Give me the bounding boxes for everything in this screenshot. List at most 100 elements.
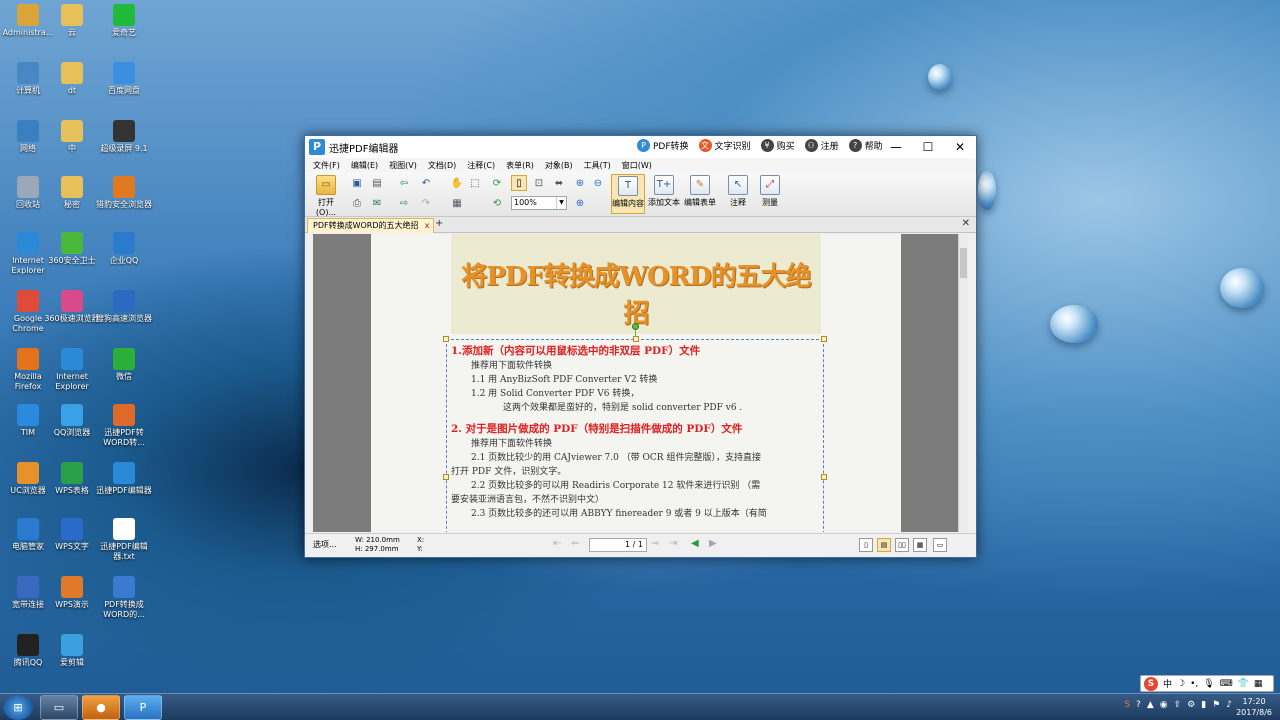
desktop-icon[interactable]: 百度网盘: [96, 62, 152, 96]
title-action-1[interactable]: 文文字识别: [698, 139, 751, 152]
edit-content-button[interactable]: T 编辑内容: [611, 174, 645, 214]
desktop-icon[interactable]: 云: [44, 4, 100, 38]
menu-item[interactable]: 注释(C): [467, 160, 495, 171]
desktop-icon[interactable]: 爱奇艺: [96, 4, 152, 38]
continuous-view-icon[interactable]: ▤: [877, 538, 891, 552]
rotate-icon[interactable]: ⟳: [489, 175, 505, 191]
back-arrow-icon[interactable]: ⇦: [397, 175, 411, 191]
menu-item[interactable]: 视图(V): [389, 160, 417, 171]
title-action-2[interactable]: ¥ 购买: [760, 139, 795, 152]
title-action-3[interactable]: ⚇ 注册: [804, 139, 839, 152]
tab-document[interactable]: PDF转换成WORD的五大绝招 x: [307, 218, 434, 233]
email-icon[interactable]: ✉: [369, 195, 385, 211]
full-screen-icon[interactable]: ▭: [933, 538, 947, 552]
desktop-icon[interactable]: 超级录屏 9.1: [96, 120, 152, 154]
back-view-icon[interactable]: ◀: [691, 538, 699, 549]
volume-tray-icon[interactable]: ♪: [1226, 700, 1232, 710]
select-tool-icon[interactable]: ⬚: [467, 175, 483, 191]
facing-view-icon[interactable]: ▯▯: [895, 538, 909, 552]
punctuation-icon[interactable]: •,: [1190, 679, 1198, 689]
menu-item[interactable]: 窗口(W): [622, 160, 652, 171]
shield-tray-icon[interactable]: ▲: [1147, 700, 1154, 710]
grid-view-icon[interactable]: ▦: [913, 538, 927, 552]
zoom-out-icon[interactable]: ⊖: [591, 175, 605, 191]
start-button[interactable]: ⊞: [3, 695, 33, 720]
desktop-icon[interactable]: 搜狗高速浏览器: [96, 290, 152, 324]
first-page-icon[interactable]: ⇤: [553, 538, 561, 549]
snapshot-icon[interactable]: ▦: [449, 195, 465, 211]
edit-form-button[interactable]: ✎ 编辑表单: [683, 174, 717, 214]
menu-item[interactable]: 表单(R): [506, 160, 534, 171]
help-tray-icon[interactable]: ?: [1136, 700, 1141, 710]
desktop-icon[interactable]: 迅捷PDF编辑器: [96, 462, 152, 496]
ime-mode-label[interactable]: 中: [1163, 677, 1172, 690]
flag-tray-icon[interactable]: ⚑: [1212, 700, 1220, 710]
resize-handle[interactable]: [821, 336, 827, 342]
new-tab-button[interactable]: +: [435, 218, 443, 229]
desktop-icon[interactable]: 微信: [96, 348, 152, 382]
desktop-icon[interactable]: WPS文字: [44, 518, 100, 552]
desktop-icon[interactable]: 猎豹安全浏览器: [96, 176, 152, 210]
minimize-button[interactable]: —: [880, 136, 912, 158]
resize-handle[interactable]: [821, 474, 827, 480]
desktop-icon[interactable]: 360安全卫士: [44, 232, 100, 266]
desktop-icon[interactable]: 爱剪辑: [44, 634, 100, 668]
rotate-handle[interactable]: [632, 323, 639, 330]
options-dropdown[interactable]: 选项...: [313, 539, 337, 550]
zoom-select[interactable]: 100% ▼: [511, 196, 567, 210]
desktop-icon[interactable]: PDF转换成WORD的...: [96, 576, 152, 620]
firefox-task-icon[interactable]: ●: [82, 695, 120, 720]
desktop-icon[interactable]: 迅捷PDF编辑器.txt: [96, 518, 152, 562]
desktop-icon[interactable]: 迅捷PDF转WORD转...: [96, 404, 152, 448]
rotate-back-icon[interactable]: ⟲: [489, 195, 505, 211]
tab-close-icon[interactable]: x: [425, 219, 430, 232]
settings-tray-icon[interactable]: ⚙: [1187, 700, 1195, 710]
input-method-bar[interactable]: S 中 ☽ •, 🎙 ⌨ 👕 ▦: [1140, 675, 1274, 692]
close-all-tabs-button[interactable]: ✕: [962, 218, 970, 229]
print-icon[interactable]: ⎙: [349, 195, 365, 211]
desktop-icon[interactable]: 中: [44, 120, 100, 154]
menu-item[interactable]: 文档(D): [428, 160, 456, 171]
measure-button[interactable]: ⤢ 测量: [753, 174, 787, 214]
text-edit-box[interactable]: 1.添加新（内容可以用鼠标选中的非双层 PDF）文件 推荐用下面软件转换 1.1 用…: [443, 323, 827, 532]
menu-item[interactable]: 工具(T): [584, 160, 611, 171]
last-page-icon[interactable]: ⇥: [669, 538, 677, 549]
qq-tray-icon[interactable]: ◉: [1160, 700, 1168, 710]
forward-arrow-icon[interactable]: ⇨: [397, 195, 411, 211]
forward-view-icon[interactable]: ▶: [709, 538, 717, 549]
document-viewer[interactable]: 将PDF转换成WORD的五大绝招 1.添加新（内容可以用鼠标选中的非双层 PDF…: [313, 234, 961, 532]
desktop-icon[interactable]: 企业QQ: [96, 232, 152, 266]
scan-icon[interactable]: ▤: [369, 175, 385, 191]
tshirt-icon[interactable]: 👕: [1238, 679, 1249, 689]
arrow-tray-icon[interactable]: ⇧: [1174, 700, 1182, 710]
show-desktop-icon[interactable]: ▭: [40, 695, 78, 720]
title-action-0[interactable]: P PDF转换: [637, 139, 689, 152]
redo-icon[interactable]: ↷: [417, 195, 435, 211]
desktop-icon[interactable]: WPS表格: [44, 462, 100, 496]
clock[interactable]: 17:20 2017/8/6: [1236, 696, 1272, 718]
open-button[interactable]: ▭ 打开(O)...: [308, 174, 344, 217]
scrollbar-thumb[interactable]: [960, 248, 967, 278]
actual-size-icon[interactable]: ⊡: [531, 175, 547, 191]
microphone-icon[interactable]: 🎙: [1203, 679, 1214, 689]
vertical-scrollbar[interactable]: [958, 234, 968, 532]
fit-width-icon[interactable]: ⬌: [551, 175, 567, 191]
network-tray-icon[interactable]: ▮: [1201, 700, 1206, 710]
menu-item[interactable]: 对象(B): [545, 160, 573, 171]
resize-handle[interactable]: [633, 336, 639, 342]
tools-icon[interactable]: ▦: [1254, 679, 1263, 689]
fit-page-icon[interactable]: ▯: [511, 175, 527, 191]
resize-handle[interactable]: [443, 336, 449, 342]
menu-item[interactable]: 文件(F): [313, 160, 340, 171]
hand-tool-icon[interactable]: ✋: [449, 175, 465, 191]
close-button[interactable]: ✕: [944, 136, 976, 158]
pdf-editor-task-icon[interactable]: P: [124, 695, 162, 720]
maximize-button[interactable]: ☐: [912, 136, 944, 158]
page-number-input[interactable]: 1 / 1: [589, 538, 647, 552]
desktop-icon[interactable]: WPS演示: [44, 576, 100, 610]
desktop-icon[interactable]: QQ浏览器: [44, 404, 100, 438]
next-page-icon[interactable]: ⇒: [651, 538, 659, 549]
title-bar[interactable]: P 迅捷PDF编辑器 P PDF转换文文字识别 ¥ 购买 ⚇ 注册 ? 帮助 — ☐ ✕: [305, 136, 976, 158]
prev-page-icon[interactable]: ⇐: [571, 538, 579, 549]
desktop-icon[interactable]: dt: [44, 62, 100, 96]
